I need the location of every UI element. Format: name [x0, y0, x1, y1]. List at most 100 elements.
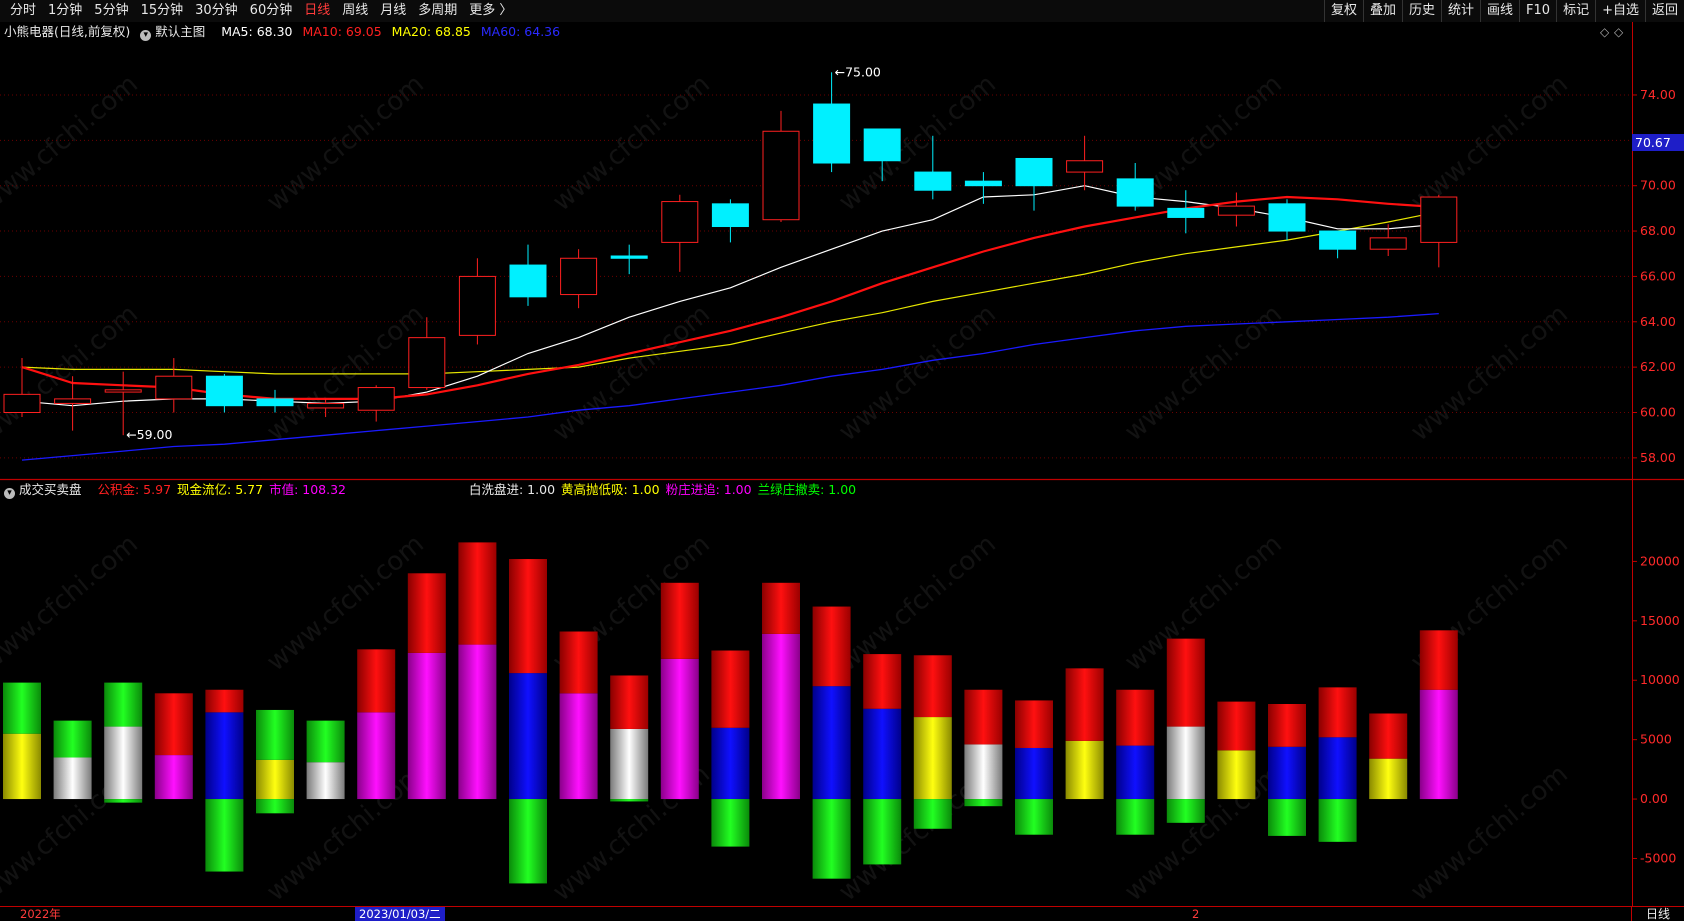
candle-body — [661, 201, 699, 243]
volume-bar-negative — [256, 799, 294, 814]
volume-bar-base — [610, 728, 649, 800]
tool-button-7[interactable]: +自选 — [1595, 0, 1645, 22]
volume-bar-top — [53, 720, 92, 758]
volume-bar-top — [711, 650, 750, 728]
volume-bar-negative — [610, 799, 649, 802]
volume-bar-base — [863, 708, 902, 800]
y-tick-label: 62.00 — [1640, 359, 1676, 374]
volume-bar-top — [812, 606, 851, 687]
dropdown-icon: ▾ — [140, 30, 152, 41]
volume-bar-top — [1065, 668, 1104, 741]
tab-0[interactable]: 分时 — [4, 0, 42, 22]
candle-body — [357, 387, 395, 411]
y-tick-label: 64.00 — [1640, 314, 1676, 329]
price-annotation: ←59.00 — [126, 427, 172, 442]
volume-bar-base — [1268, 746, 1306, 800]
sub-legend-signal: 黄高抛低吸: 1.00 — [561, 482, 660, 497]
candle-body — [1015, 157, 1053, 187]
y-tick-label: 20000 — [1640, 553, 1680, 568]
stock-name[interactable]: 小熊电器(日线,前复权) — [4, 24, 130, 39]
tab-7[interactable]: 周线 — [336, 0, 374, 22]
volume-bar-base — [407, 652, 446, 800]
diamond-icon[interactable]: ◇ — [1600, 25, 1609, 39]
y-tick-label: -5000 — [1640, 850, 1676, 865]
volume-bar-top — [205, 689, 244, 713]
candle-body — [914, 171, 952, 191]
candle-body — [813, 103, 851, 164]
volume-bar-base — [812, 686, 851, 800]
candle-body — [509, 264, 547, 298]
ma60-value: MA60: 64.36 — [480, 24, 561, 39]
candle-body — [3, 393, 41, 413]
dropdown-icon: ▾ — [4, 488, 15, 499]
volume-bar-base — [1217, 750, 1256, 800]
tool-button-1[interactable]: 叠加 — [1362, 0, 1402, 22]
tab-3[interactable]: 15分钟 — [135, 0, 190, 22]
tool-button-3[interactable]: 统计 — [1441, 0, 1480, 22]
volume-bar-negative — [104, 799, 143, 803]
volume-bar-top — [1166, 638, 1205, 727]
volume-bar-base — [205, 712, 244, 800]
y-tick-label: 68.00 — [1640, 223, 1676, 238]
volume-bar-base — [559, 693, 598, 800]
tab-9[interactable]: 多周期 — [412, 0, 463, 22]
template-selector[interactable]: ▾ 默认主图 — [140, 24, 211, 41]
volume-bar-top — [863, 654, 902, 709]
tab-1[interactable]: 1分钟 — [42, 0, 88, 22]
candle-body — [256, 398, 294, 407]
main-legend: 小熊电器(日线,前复权) ▾ 默认主图 MA5: 68.30 MA10: 69.0… — [4, 23, 566, 41]
ma5-value: MA5: 68.30 — [221, 24, 293, 39]
volume-bar-base — [1166, 726, 1205, 800]
period-indicator[interactable]: 日线 — [1631, 907, 1684, 921]
volume-bar-top — [660, 582, 699, 659]
tool-button-4[interactable]: 画线 — [1480, 0, 1519, 22]
volume-bar-base — [306, 762, 345, 800]
y-tick-label: 66.00 — [1640, 268, 1676, 283]
volume-bar-top — [256, 709, 294, 760]
candle-body — [1217, 205, 1255, 216]
volume-bar-top — [559, 631, 598, 694]
diamond-icon[interactable]: ◇ — [1614, 25, 1623, 39]
tab-2[interactable]: 5分钟 — [88, 0, 134, 22]
tab-4[interactable]: 30分钟 — [189, 0, 244, 22]
volume-bar-top — [1116, 689, 1155, 746]
tab-5[interactable]: 60分钟 — [244, 0, 299, 22]
y-tick-label: 10000 — [1640, 672, 1680, 687]
volume-bar-top — [357, 649, 396, 713]
volume-bar-negative — [509, 799, 547, 884]
candle-body — [54, 398, 92, 404]
tool-button-2[interactable]: 历史 — [1401, 0, 1441, 22]
tab-10[interactable]: 更多 〉 — [463, 0, 518, 22]
chart-canvas[interactable]: www.cfchi.com www.cfchi.com www.cfchi.com w… — [0, 22, 1684, 906]
volume-bar-top — [1318, 687, 1357, 738]
tool-button-0[interactable]: 复权 — [1323, 0, 1363, 22]
tool-button-5[interactable]: F10 — [1519, 0, 1556, 22]
candle-body — [155, 375, 193, 400]
tab-8[interactable]: 月线 — [374, 0, 412, 22]
volume-bar-base — [1065, 740, 1104, 800]
candle-body — [1420, 196, 1458, 243]
volume-bar-base — [154, 755, 193, 800]
volume-bar-top — [407, 573, 446, 653]
ma20-value: MA20: 68.85 — [391, 24, 471, 39]
volume-bar-base — [964, 744, 1003, 800]
volume-bar-base — [762, 633, 800, 800]
volume-bar-negative — [1116, 799, 1155, 835]
indicator-selector[interactable]: ▾ 成交买卖盘 — [4, 482, 88, 499]
current-price-tag: 70.67 — [1632, 134, 1684, 151]
candle-body — [762, 130, 800, 221]
y-tick-label: 0.00 — [1640, 791, 1668, 806]
tool-button-8[interactable]: 返回 — [1644, 0, 1684, 22]
volume-bar-negative — [812, 799, 851, 879]
sub-legend-value: 现金流亿: 5.77 — [177, 482, 264, 497]
candle-body — [560, 257, 598, 296]
volume-bar-top — [3, 682, 41, 734]
tab-6[interactable]: 日线 — [298, 0, 336, 22]
sub-legend-value: 公积金: 5.97 — [97, 482, 172, 497]
candle-body — [863, 128, 901, 162]
tool-button-6[interactable]: 标记 — [1556, 0, 1595, 22]
volume-bar-base — [1318, 737, 1357, 800]
volume-bar-base — [458, 644, 497, 800]
y-tick-label: 70.00 — [1640, 178, 1676, 193]
candle-body — [458, 275, 496, 336]
